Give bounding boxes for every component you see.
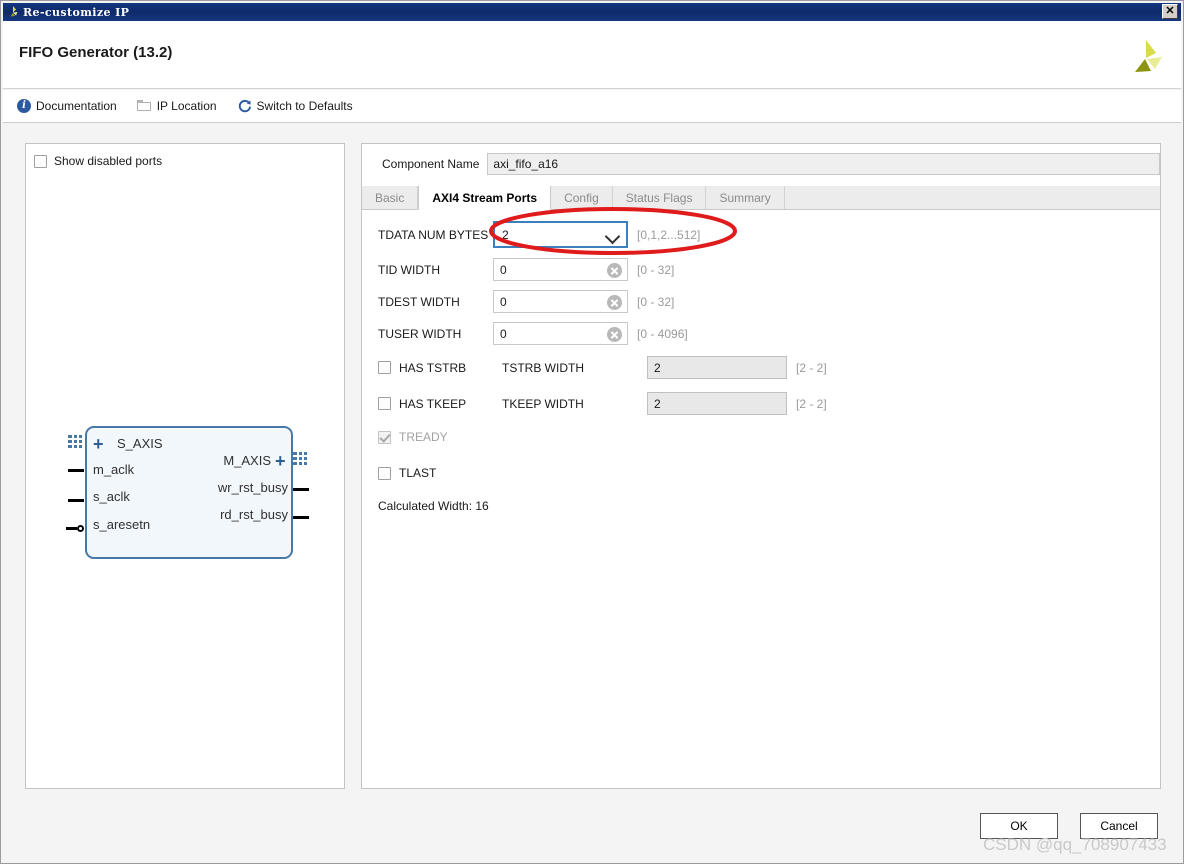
tdata-num-bytes-select[interactable]: 2 (493, 221, 628, 248)
refresh-icon (237, 99, 252, 114)
switch-to-defaults-button[interactable]: Switch to Defaults (237, 99, 353, 114)
ip-block-symbol: + + S_AXIS m_aclk s_aclk s_aresetn M_AXI… (62, 412, 312, 572)
clear-icon[interactable] (607, 327, 622, 342)
title-bar: Re-customize IP ✕ (3, 3, 1181, 21)
tab-bar: Basic AXI4 Stream Ports Config Status Fl… (362, 186, 1160, 210)
has-tkeep-checkbox[interactable] (378, 397, 391, 410)
tstrb-width-value: 2 (654, 360, 661, 375)
calculated-width-label: Calculated Width: 16 (378, 499, 489, 513)
close-icon[interactable]: ✕ (1162, 4, 1178, 19)
tuser-width-label: TUSER WIDTH (378, 326, 462, 341)
documentation-label: Documentation (36, 99, 117, 113)
show-disabled-ports-label: Show disabled ports (54, 154, 163, 168)
tid-width-range: [0 - 32] (637, 262, 675, 277)
tuser-width-input[interactable]: 0 (493, 322, 628, 345)
tid-width-row: TID WIDTH 0 [0 - 32] (378, 258, 674, 281)
clear-icon[interactable] (607, 295, 622, 310)
show-disabled-ports-row[interactable]: Show disabled ports (34, 154, 162, 168)
pin-rd-rst-busy-icon (293, 516, 309, 519)
tkeep-width-input: 2 (647, 392, 787, 415)
pin-s-aresetn-line-icon (66, 527, 77, 530)
bus-pin-s-axis-icon (68, 435, 82, 451)
tkeep-width-label: TKEEP WIDTH (502, 396, 584, 411)
pin-s-aresetn-bubble-icon (77, 525, 84, 532)
expand-s-axis-icon[interactable]: + (93, 435, 104, 453)
tkeep-width-value: 2 (654, 396, 661, 411)
port-label-s-axis: S_AXIS (117, 436, 163, 451)
tready-row: TREADY (378, 430, 448, 444)
tdest-width-range: [0 - 32] (637, 294, 675, 309)
tdest-width-value: 0 (500, 294, 507, 309)
tab-summary[interactable]: Summary (706, 186, 785, 209)
port-label-rd-rst-busy: rd_rst_busy (220, 507, 288, 522)
tdest-width-row: TDEST WIDTH 0 [0 - 32] (378, 290, 674, 313)
info-icon: i (17, 99, 31, 113)
tlast-row: TLAST (378, 466, 436, 480)
pin-wr-rst-busy-icon (293, 488, 309, 491)
tstrb-width-label: TSTRB WIDTH (502, 360, 584, 375)
documentation-button[interactable]: i Documentation (17, 99, 117, 113)
tstrb-width-range: [2 - 2] (796, 360, 827, 375)
window-title: Re-customize IP (23, 5, 130, 19)
tdata-num-bytes-label: TDATA NUM BYTES (378, 227, 489, 242)
header: FIFO Generator (13.2) (3, 21, 1181, 89)
tab-status-flags[interactable]: Status Flags (613, 186, 707, 209)
tstrb-width-input: 2 (647, 356, 787, 379)
pin-s-aclk-icon (68, 499, 84, 502)
ip-location-button[interactable]: IP Location (136, 99, 217, 113)
show-disabled-ports-checkbox[interactable] (34, 154, 47, 168)
bus-pin-m-axis-icon (293, 452, 307, 468)
tuser-width-value: 0 (500, 326, 507, 341)
tready-checkbox (378, 430, 391, 444)
tdata-num-bytes-range: [0,1,2...512] (637, 227, 701, 242)
tdata-num-bytes-value: 2 (502, 227, 509, 242)
tlast-checkbox[interactable] (378, 466, 391, 480)
ip-location-label: IP Location (156, 99, 217, 113)
component-name-input[interactable]: axi_fifo_a16 (487, 153, 1160, 175)
port-label-s-aresetn: s_aresetn (93, 517, 151, 532)
xilinx-brand-logo-icon (1125, 37, 1165, 77)
tuser-width-range: [0 - 4096] (637, 326, 688, 341)
has-tstrb-checkbox[interactable] (378, 361, 391, 374)
tab-config[interactable]: Config (551, 186, 613, 209)
switch-to-defaults-label: Switch to Defaults (256, 99, 353, 113)
configuration-panel: Component Name axi_fifo_a16 Basic AXI4 S… (361, 143, 1161, 789)
port-label-m-axis: M_AXIS (223, 453, 271, 468)
component-name-label: Component Name (382, 157, 480, 171)
folder-icon (136, 100, 152, 112)
pin-m-aclk-icon (68, 469, 84, 472)
tid-width-input[interactable]: 0 (493, 258, 628, 281)
tkeep-width-range: [2 - 2] (796, 396, 827, 411)
re-customize-ip-window: Re-customize IP ✕ FIFO Generator (13.2) … (0, 0, 1184, 864)
axi4-stream-ports-form: TDATA NUM BYTES 2 [0,1,2...512] TID WIDT… (362, 210, 1160, 788)
tlast-label: TLAST (399, 466, 437, 480)
component-name-row: Component Name axi_fifo_a16 (362, 153, 1160, 175)
has-tstrb-label: HAS TSTRB (399, 360, 467, 375)
tid-width-label: TID WIDTH (378, 262, 440, 277)
port-label-s-aclk: s_aclk (93, 489, 130, 504)
ip-symbol-panel: Show disabled ports + + S_AXIS m_aclk s_… (25, 143, 345, 789)
toolbar: i Documentation IP Location Switch to De… (3, 90, 1181, 123)
port-label-m-aclk: m_aclk (93, 462, 135, 477)
tready-label: TREADY (399, 430, 448, 444)
tab-axi4-stream-ports[interactable]: AXI4 Stream Ports (418, 186, 552, 210)
page-title: FIFO Generator (13.2) (19, 44, 173, 61)
port-label-wr-rst-busy: wr_rst_busy (217, 480, 288, 495)
tdest-width-input[interactable]: 0 (493, 290, 628, 313)
tdata-num-bytes-row: TDATA NUM BYTES 2 [0,1,2...512] (378, 221, 700, 248)
tid-width-value: 0 (500, 262, 507, 277)
expand-m-axis-icon[interactable]: + (275, 452, 286, 470)
xilinx-logo-icon (6, 5, 20, 19)
watermark: CSDN @qq_708907433 (983, 835, 1167, 854)
has-tstrb-row: HAS TSTRB TSTRB WIDTH 2 [2 - 2] (378, 356, 827, 379)
chevron-down-icon (604, 228, 621, 245)
tuser-width-row: TUSER WIDTH 0 [0 - 4096] (378, 322, 688, 345)
has-tkeep-row: HAS TKEEP TKEEP WIDTH 2 [2 - 2] (378, 392, 827, 415)
tdest-width-label: TDEST WIDTH (378, 294, 460, 309)
clear-icon[interactable] (607, 263, 622, 278)
content-area: Show disabled ports + + S_AXIS m_aclk s_… (3, 123, 1181, 863)
tab-basic[interactable]: Basic (362, 186, 419, 209)
has-tkeep-label: HAS TKEEP (399, 396, 467, 411)
